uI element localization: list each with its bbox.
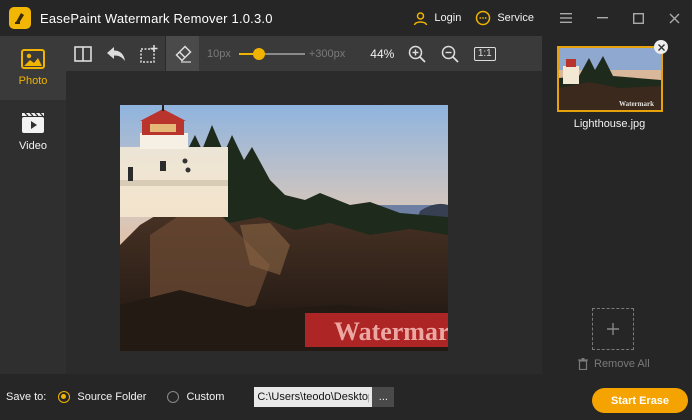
- service-button[interactable]: Service: [475, 10, 534, 26]
- compare-view-button[interactable]: [66, 36, 99, 71]
- output-path-input[interactable]: [254, 387, 373, 407]
- source-folder-label: Source Folder: [77, 391, 147, 403]
- actual-size-icon: 1:1: [473, 46, 496, 61]
- remove-file-button[interactable]: [654, 40, 668, 54]
- nav-label-video: Video: [19, 140, 47, 152]
- zoom-level: 44%: [370, 46, 395, 61]
- maximize-button[interactable]: [620, 0, 656, 36]
- start-erase-button[interactable]: Start Erase: [592, 388, 688, 413]
- app-title: EasePaint Watermark Remover 1.0.3.0: [40, 10, 273, 26]
- login-label: Login: [434, 12, 462, 24]
- menu-button[interactable]: [548, 0, 584, 36]
- bottom-bar: Save to: Source Folder Custom ... Start …: [0, 374, 692, 420]
- hamburger-icon: [560, 13, 572, 23]
- plus-icon: [607, 323, 619, 335]
- service-label: Service: [497, 12, 534, 24]
- preview-image[interactable]: Watermark: [120, 105, 448, 351]
- undo-icon: [106, 46, 125, 61]
- minimize-button[interactable]: [584, 0, 620, 36]
- user-icon: [414, 11, 428, 25]
- custom-folder-label: Custom: [186, 391, 225, 403]
- actual-size-label: 1:1: [477, 47, 492, 59]
- add-file-button[interactable]: [592, 308, 634, 350]
- save-to-label: Save to:: [6, 391, 47, 403]
- brush-size-min-label: 10px: [207, 47, 231, 60]
- nav-item-video[interactable]: Video: [0, 100, 66, 164]
- service-chat-icon: [476, 10, 491, 26]
- zoom-out-icon: [441, 45, 459, 63]
- nav-item-photo[interactable]: Photo: [0, 36, 66, 100]
- marquee-select-icon: [139, 44, 157, 63]
- radio-unselected-icon: [167, 391, 180, 403]
- remove-all-button[interactable]: Remove All: [578, 358, 650, 370]
- close-button[interactable]: [656, 0, 692, 36]
- zoom-out-button[interactable]: [433, 36, 466, 71]
- split-view-icon: [73, 45, 92, 62]
- brush-size-max-label: +300px: [308, 47, 346, 60]
- eraser-icon: [174, 44, 192, 63]
- edit-toolbar: 10px +300px 44% 1:1: [66, 36, 542, 71]
- trash-icon: [578, 358, 588, 370]
- slider-handle[interactable]: [252, 47, 265, 60]
- zoom-in-icon: [408, 45, 426, 63]
- close-icon: [657, 43, 665, 51]
- image-watermark-text: Watermark: [334, 317, 448, 346]
- photo-icon: [21, 49, 45, 69]
- image-canvas[interactable]: Watermark: [66, 71, 542, 374]
- file-name: Lighthouse.jpg: [573, 118, 646, 130]
- browse-folder-button[interactable]: ...: [372, 387, 395, 407]
- file-panel: Watermark Lighthouse.jpg Remove All: [542, 36, 692, 374]
- selection-tool-button[interactable]: [132, 36, 165, 71]
- lighthouse-photo: Watermark: [120, 105, 448, 351]
- remove-all-label: Remove All: [594, 358, 650, 370]
- left-nav: Photo Video: [0, 36, 66, 374]
- maximize-icon: [632, 12, 644, 24]
- thumbnail-watermark-text: Watermark: [619, 100, 654, 108]
- brush-size-slider[interactable]: [238, 47, 305, 61]
- video-icon: [22, 112, 44, 133]
- file-thumbnail[interactable]: Watermark: [557, 46, 663, 112]
- app-logo-icon: [9, 7, 31, 29]
- title-bar: EasePaint Watermark Remover 1.0.3.0 Logi…: [0, 0, 692, 36]
- eraser-tool-button[interactable]: [166, 36, 199, 71]
- login-button[interactable]: Login: [413, 11, 461, 26]
- undo-button[interactable]: [99, 36, 132, 71]
- nav-label-photo: Photo: [18, 75, 48, 87]
- radio-selected-icon: [58, 391, 71, 403]
- lighthouse-thumbnail: Watermark: [559, 48, 661, 110]
- close-icon: [669, 13, 679, 23]
- custom-folder-radio[interactable]: Custom: [167, 391, 224, 403]
- zoom-in-button[interactable]: [400, 36, 433, 71]
- actual-size-button[interactable]: 1:1: [468, 36, 501, 71]
- source-folder-radio[interactable]: Source Folder: [58, 391, 146, 403]
- minimize-icon: [596, 17, 608, 19]
